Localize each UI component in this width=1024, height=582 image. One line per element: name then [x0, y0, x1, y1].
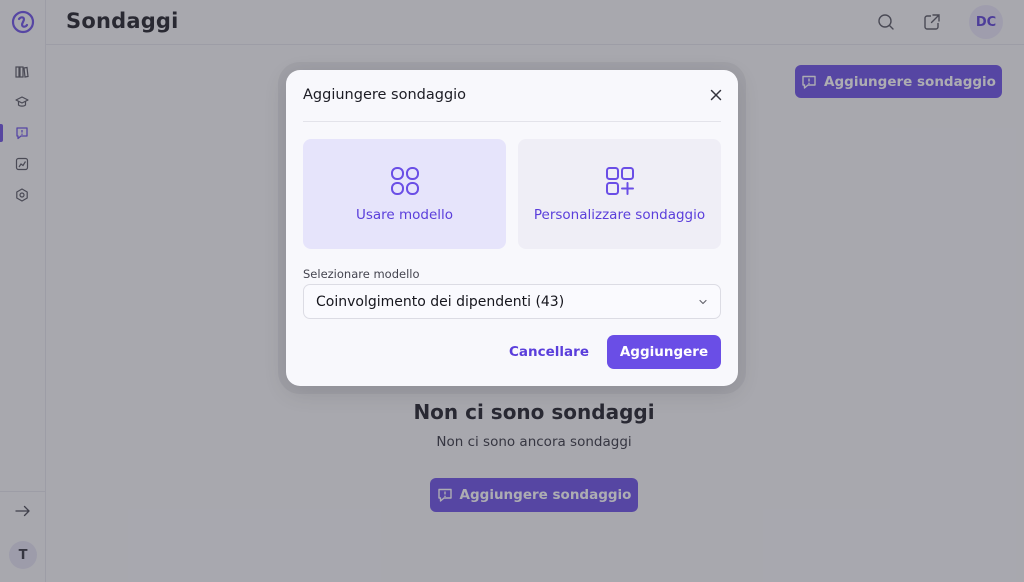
template-select[interactable]: Coinvolgimento dei dipendenti (43) [303, 284, 721, 319]
dialog-title: Aggiungere sondaggio [303, 87, 467, 103]
grid-add-icon [605, 167, 634, 195]
option-custom-survey[interactable]: Personalizzare sondaggio [518, 139, 721, 249]
add-button[interactable]: Aggiungere [607, 335, 721, 369]
option-use-template[interactable]: Usare modello [303, 139, 506, 249]
option-custom-survey-label: Personalizzare sondaggio [533, 207, 706, 223]
close-dialog-button[interactable] [707, 86, 725, 104]
grid-icon [390, 167, 419, 195]
chevron-down-icon [699, 299, 707, 305]
add-survey-dialog: Aggiungere sondaggio Usare modello Perso… [286, 70, 738, 386]
option-use-template-label: Usare modello [355, 207, 454, 223]
template-select-value: Coinvolgimento dei dipendenti (43) [316, 293, 565, 310]
close-icon [710, 89, 722, 101]
template-select-label: Selezionare modello [303, 267, 420, 281]
cancel-button[interactable]: Cancellare [503, 335, 595, 369]
dialog-divider [303, 121, 721, 122]
